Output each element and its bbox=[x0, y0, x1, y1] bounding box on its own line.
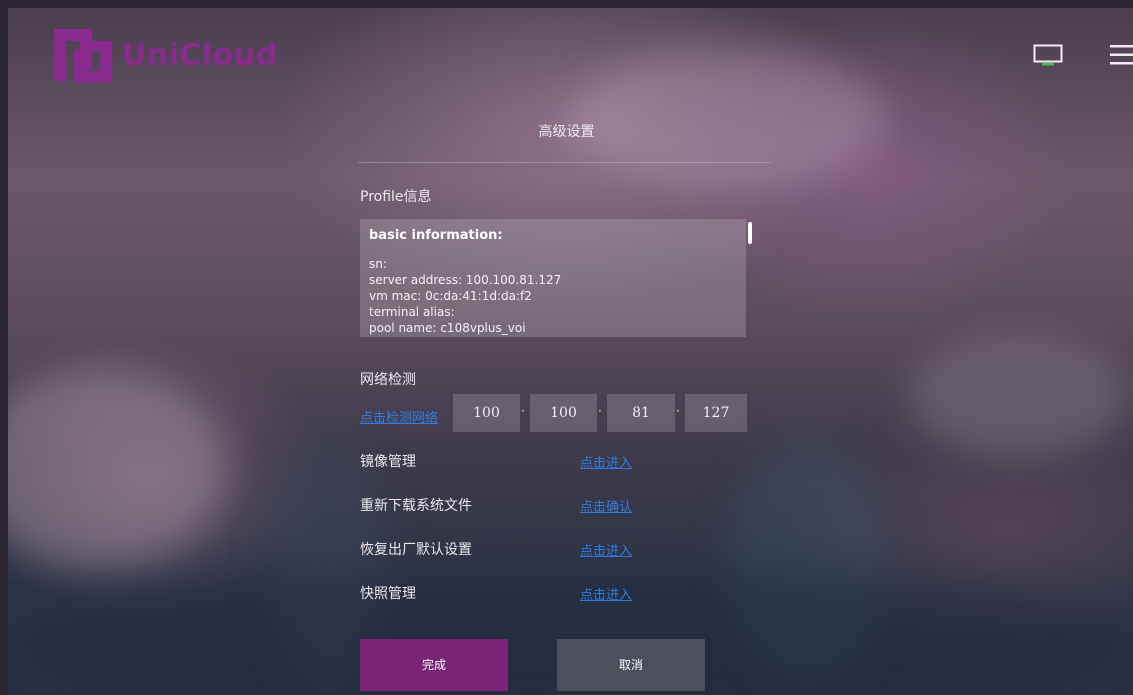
check-network-link[interactable]: 点击检测网络 bbox=[360, 407, 438, 426]
profile-info-box[interactable]: basic information: sn: server address: 1… bbox=[360, 219, 746, 337]
ip-octet-1[interactable]: 100 bbox=[453, 394, 520, 432]
network-label: 网络检测 bbox=[360, 372, 416, 388]
menu-icon[interactable] bbox=[1110, 44, 1133, 70]
title-divider bbox=[358, 162, 770, 163]
ip-octet-3[interactable]: 81 bbox=[607, 394, 675, 432]
blurred-background bbox=[8, 8, 1133, 695]
ip-separator: · bbox=[598, 404, 602, 418]
snapshot-management-link[interactable]: 点击进入 bbox=[580, 584, 632, 603]
snapshot-management-label: 快照管理 bbox=[360, 586, 416, 602]
profile-line: server address: 100.100.81.127 bbox=[369, 273, 562, 287]
brand-name: UniCloud bbox=[122, 37, 278, 73]
ip-octet-2[interactable]: 100 bbox=[530, 394, 597, 432]
ip-separator: · bbox=[676, 404, 680, 418]
done-button[interactable]: 完成 bbox=[360, 639, 508, 691]
profile-line: pool name: c108vplus_voi bbox=[369, 321, 526, 335]
image-management-link[interactable]: 点击进入 bbox=[580, 452, 632, 471]
profile-line: sn: bbox=[369, 257, 387, 271]
unicloud-logo-mark bbox=[52, 27, 114, 83]
profile-scrollbar[interactable] bbox=[748, 222, 752, 244]
monitor-icon[interactable] bbox=[1033, 44, 1063, 70]
profile-label: Profile信息 bbox=[360, 189, 432, 205]
redownload-system-files-label: 重新下载系统文件 bbox=[360, 498, 472, 514]
ip-octet-4[interactable]: 127 bbox=[685, 394, 747, 432]
profile-line: vm mac: 0c:da:41:1d:da:f2 bbox=[369, 289, 532, 303]
factory-reset-label: 恢复出厂默认设置 bbox=[360, 542, 472, 558]
page-title: 高级设置 bbox=[538, 124, 595, 140]
factory-reset-link[interactable]: 点击进入 bbox=[580, 540, 632, 559]
profile-line: terminal alias: bbox=[369, 305, 455, 319]
ip-separator: · bbox=[521, 404, 525, 418]
unicloud-logo: UniCloud bbox=[52, 27, 278, 83]
profile-heading: basic information: bbox=[369, 228, 503, 243]
cancel-button[interactable]: 取消 bbox=[557, 639, 705, 691]
image-management-label: 镜像管理 bbox=[360, 454, 416, 470]
redownload-system-files-link[interactable]: 点击确认 bbox=[580, 496, 632, 515]
